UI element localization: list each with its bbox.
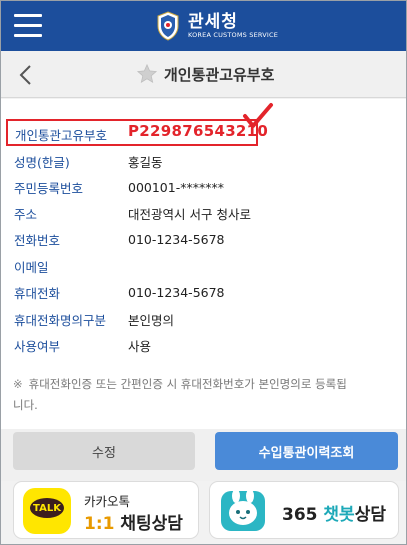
chatbot-card[interactable]: 365 챗봇상담	[209, 481, 399, 539]
kakao-card-subtitle: 1:1 채팅상담	[84, 509, 183, 534]
row-value: 010-1234-5678	[128, 284, 225, 300]
row-label: 주소	[14, 206, 38, 222]
app-header: 관세청 KOREA CUSTOMS SERVICE	[1, 1, 406, 51]
hamburger-icon[interactable]	[14, 14, 42, 38]
row-label: 성명(한글)	[14, 154, 70, 170]
page-title: 개인통관고유부호	[164, 65, 275, 84]
chatbot-accent: 챗봇	[323, 505, 355, 525]
row-label: 사용여부	[14, 338, 61, 354]
chatbot-suffix: 상담	[354, 505, 386, 525]
row-value: 본인명의	[128, 312, 175, 328]
import-history-button[interactable]: 수입통관이력조회	[215, 432, 398, 470]
chatbot-prefix: 365	[282, 505, 324, 525]
info-row-mobile-owner: 휴대전화명의구분 본인명의	[1, 306, 406, 332]
chatbot-card-title: 365 챗봇상담	[282, 500, 386, 525]
row-value: 010-1234-5678	[128, 231, 225, 247]
customs-emblem-icon	[157, 11, 179, 41]
info-row-name: 성명(한글) 홍길동	[1, 148, 406, 174]
notice-line-1: 휴대전화인증 또는 간편인증 시 휴대전화번호가 본인명의로 등록됩	[28, 377, 347, 391]
brand-subtitle: KOREA CUSTOMS SERVICE	[188, 30, 279, 39]
kakao-logo-text: TALK	[30, 498, 64, 518]
info-row-email: 이메일	[1, 253, 406, 279]
customs-code-label: 개인통관고유부호	[15, 128, 108, 143]
row-label: 휴대전화	[14, 285, 61, 301]
kakao-accent: 1:1	[84, 514, 115, 534]
notice-text: ※ 휴대전화인증 또는 간편인증 시 휴대전화번호가 본인명의로 등록됩 니다.	[1, 368, 406, 416]
kakao-chat-card[interactable]: TALK 카카오톡 1:1 채팅상담	[13, 481, 199, 539]
action-bar: 수정 수입통관이력조회	[1, 429, 406, 481]
row-value: 000101-*******	[128, 179, 224, 195]
row-label: 휴대전화명의구분	[14, 312, 107, 328]
checkmark-icon	[243, 103, 273, 128]
kakao-rest: 채팅상담	[114, 514, 183, 534]
info-row-phone: 전화번호 010-1234-5678	[1, 226, 406, 252]
info-row-mobile: 휴대전화 010-1234-5678	[1, 279, 406, 305]
info-row-address: 주소 대전광역시 서구 청사로	[1, 200, 406, 226]
row-value: 홍길동	[128, 154, 163, 170]
info-row-resident-number: 주민등록번호 000101-*******	[1, 174, 406, 200]
brand-logo[interactable]: 관세청 KOREA CUSTOMS SERVICE	[156, 9, 278, 43]
notice-line-2: 니다.	[13, 398, 38, 412]
info-row-usage: 사용여부 사용	[1, 332, 406, 358]
row-value: 대전광역시 서구 청사로	[128, 206, 251, 222]
brand-title: 관세청	[188, 11, 238, 32]
kakao-card-title: 카카오톡	[84, 494, 131, 509]
customs-code-highlight: 개인통관고유부호 P229876543210	[6, 119, 268, 146]
chatbot-icon	[221, 489, 265, 531]
info-panel: 개인통관고유부호 P229876543210 성명(한글) 홍길동 주민등록번호…	[1, 99, 406, 429]
title-bar: 개인통관고유부호	[1, 51, 406, 98]
kakaotalk-icon: TALK	[23, 488, 71, 534]
edit-button[interactable]: 수정	[13, 432, 195, 470]
row-value: 사용	[128, 338, 152, 354]
star-icon[interactable]	[136, 63, 158, 85]
row-label: 주민등록번호	[14, 180, 84, 196]
row-label: 이메일	[14, 259, 49, 275]
app-frame: 관세청 KOREA CUSTOMS SERVICE 개인통관고유부호 개인통관고…	[0, 0, 407, 545]
chevron-left-icon[interactable]	[15, 63, 37, 87]
row-label: 전화번호	[14, 232, 61, 248]
reference-mark: ※	[13, 377, 23, 391]
